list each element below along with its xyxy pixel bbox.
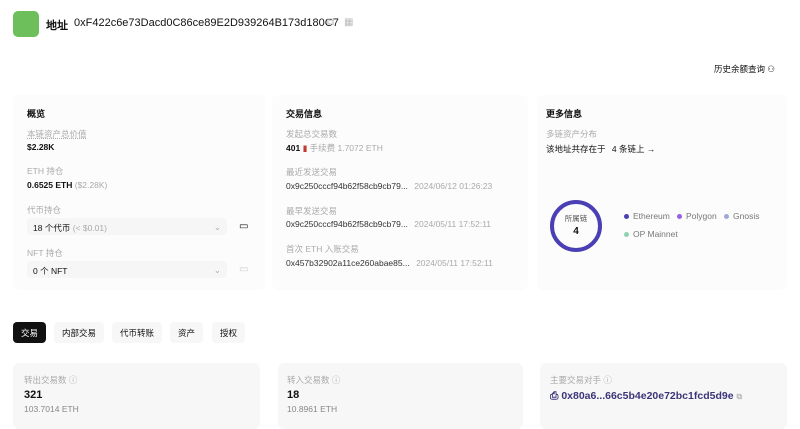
first-in-label: 首次 ETH 入账交易 (286, 244, 359, 254)
legend-label: Gnosis (733, 211, 760, 221)
donut-label: 所属链 (564, 214, 588, 223)
tab-internal-tx[interactable]: 内部交易 (54, 322, 105, 343)
wallet-icon[interactable]: ▭ (239, 264, 248, 275)
incoming-count: 18 (287, 389, 300, 401)
nft-count: 0 个 NFT (33, 266, 68, 276)
more-info-title: 更多信息 (546, 109, 583, 119)
latest-tx-label: 最近发送交易 (286, 167, 338, 177)
avatar (13, 11, 39, 37)
counterparty-address[interactable]: 0x80a6...66c5b4e20e72bc1fcd5d9e (561, 390, 733, 402)
outgoing-label: 转出交易数 ⓘ (24, 375, 78, 385)
legend-dot (677, 214, 682, 220)
legend-op-mainnet: OP Mainnet (624, 229, 678, 239)
users-icon: ⚇ (767, 64, 776, 74)
legend-dot (724, 214, 729, 220)
earliest-tx-label: 最早发送交易 (286, 206, 338, 216)
eth-holding-value: 0.6525 ETH (27, 180, 73, 190)
token-count: 18 个代币 (33, 223, 71, 233)
legend-label: Ethereum (633, 211, 670, 221)
outgoing-count: 321 (24, 389, 43, 401)
counterparty-label: 主要交易对手 ⓘ (550, 375, 612, 385)
first-in-hash[interactable]: 0x457b32902a11ce260abae85... (286, 258, 410, 268)
tx-count-label: 发起总交易数 (286, 129, 338, 139)
incoming-eth: 10.8961 ETH (287, 404, 338, 414)
outgoing-eth: 103.7014 ETH (24, 404, 79, 414)
legend-ethereum: Ethereum (624, 211, 670, 221)
total-value-label: 本链资产总价值 (27, 129, 87, 139)
tab-transactions[interactable]: 交易 (13, 322, 47, 343)
latest-tx-hash[interactable]: 0x9c250cccf94b62f58cb9cb79... (286, 181, 408, 191)
total-value: $2.28K (27, 142, 55, 152)
legend-polygon: Polygon (677, 211, 717, 221)
nft-holding-label: NFT 持仓 (27, 248, 63, 258)
incoming-label: 转入交易数 ⓘ (287, 375, 341, 385)
nft-dropdown[interactable]: 0 个 NFT ⌄ (27, 261, 227, 278)
chevron-down-icon: ⌄ (213, 265, 221, 275)
fuel-icon: ▮ (302, 143, 308, 153)
tab-assets[interactable]: 资产 (170, 322, 204, 343)
token-holding-label: 代币持仓 (27, 205, 62, 215)
chain-dist-label: 多链资产分布 (546, 129, 598, 139)
donut-value: 4 (573, 226, 579, 237)
outgoing-tx-card (13, 363, 260, 429)
tx-count: 401 (286, 143, 301, 153)
first-in-time: 2024/05/11 17:52:11 (416, 258, 493, 268)
legend-gnosis: Gnosis (724, 211, 759, 221)
earliest-tx-hash[interactable]: 0x9c250cccf94b62f58cb9cb79... (286, 219, 408, 229)
legend-label: OP Mainnet (633, 229, 678, 239)
token-usd: (< $0.01) (72, 223, 107, 233)
eth-holding-label: ETH 持仓 (27, 166, 64, 176)
copy-icon[interactable]: ⧉ (736, 392, 742, 401)
chain-dist-text: 该地址共存在于 (546, 144, 606, 154)
wallet-icon[interactable]: ▭ (239, 221, 248, 232)
earliest-tx-time: 2024/05/11 17:52:11 (414, 219, 492, 229)
chains-link[interactable]: 4 条链上 → (612, 144, 655, 154)
history-balance-link[interactable]: 历史余额查询 ⚇ (714, 63, 775, 75)
address-text: 0xF422c6e73Dacd0C86ce89E2D939264B173d180… (74, 17, 339, 29)
legend-dot (624, 232, 629, 238)
tx-fee: 手续费 1.7072 ETH (309, 143, 383, 153)
page-title: 地址 (46, 20, 68, 32)
counterparty-row: ⎙ 0x80a6...66c5b4e20e72bc1fcd5d9e ⧉ (550, 390, 742, 403)
more-info-panel (537, 95, 787, 290)
legend-dot (624, 214, 629, 220)
latest-tx-time: 2024/06/12 01:26:23 (414, 181, 493, 191)
copy-icon[interactable]: ⧉ (327, 17, 334, 28)
token-dropdown[interactable]: 18 个代币 (< $0.01) ⌄ (27, 218, 227, 235)
legend-label: Polygon (686, 211, 717, 221)
incoming-tx-card (278, 363, 523, 429)
overview-title: 概览 (27, 109, 46, 119)
tab-approvals[interactable]: 授权 (212, 322, 246, 343)
history-balance-label: 历史余额查询 (714, 64, 766, 74)
tab-token-transfers[interactable]: 代币转账 (112, 322, 163, 343)
tx-info-title: 交易信息 (286, 109, 323, 119)
eth-holding-usd: ($2.28K) (74, 180, 108, 190)
chevron-down-icon: ⌄ (213, 222, 221, 232)
contract-icon: ⎙ (550, 390, 559, 402)
qr-code-icon[interactable]: ▦ (344, 17, 353, 28)
